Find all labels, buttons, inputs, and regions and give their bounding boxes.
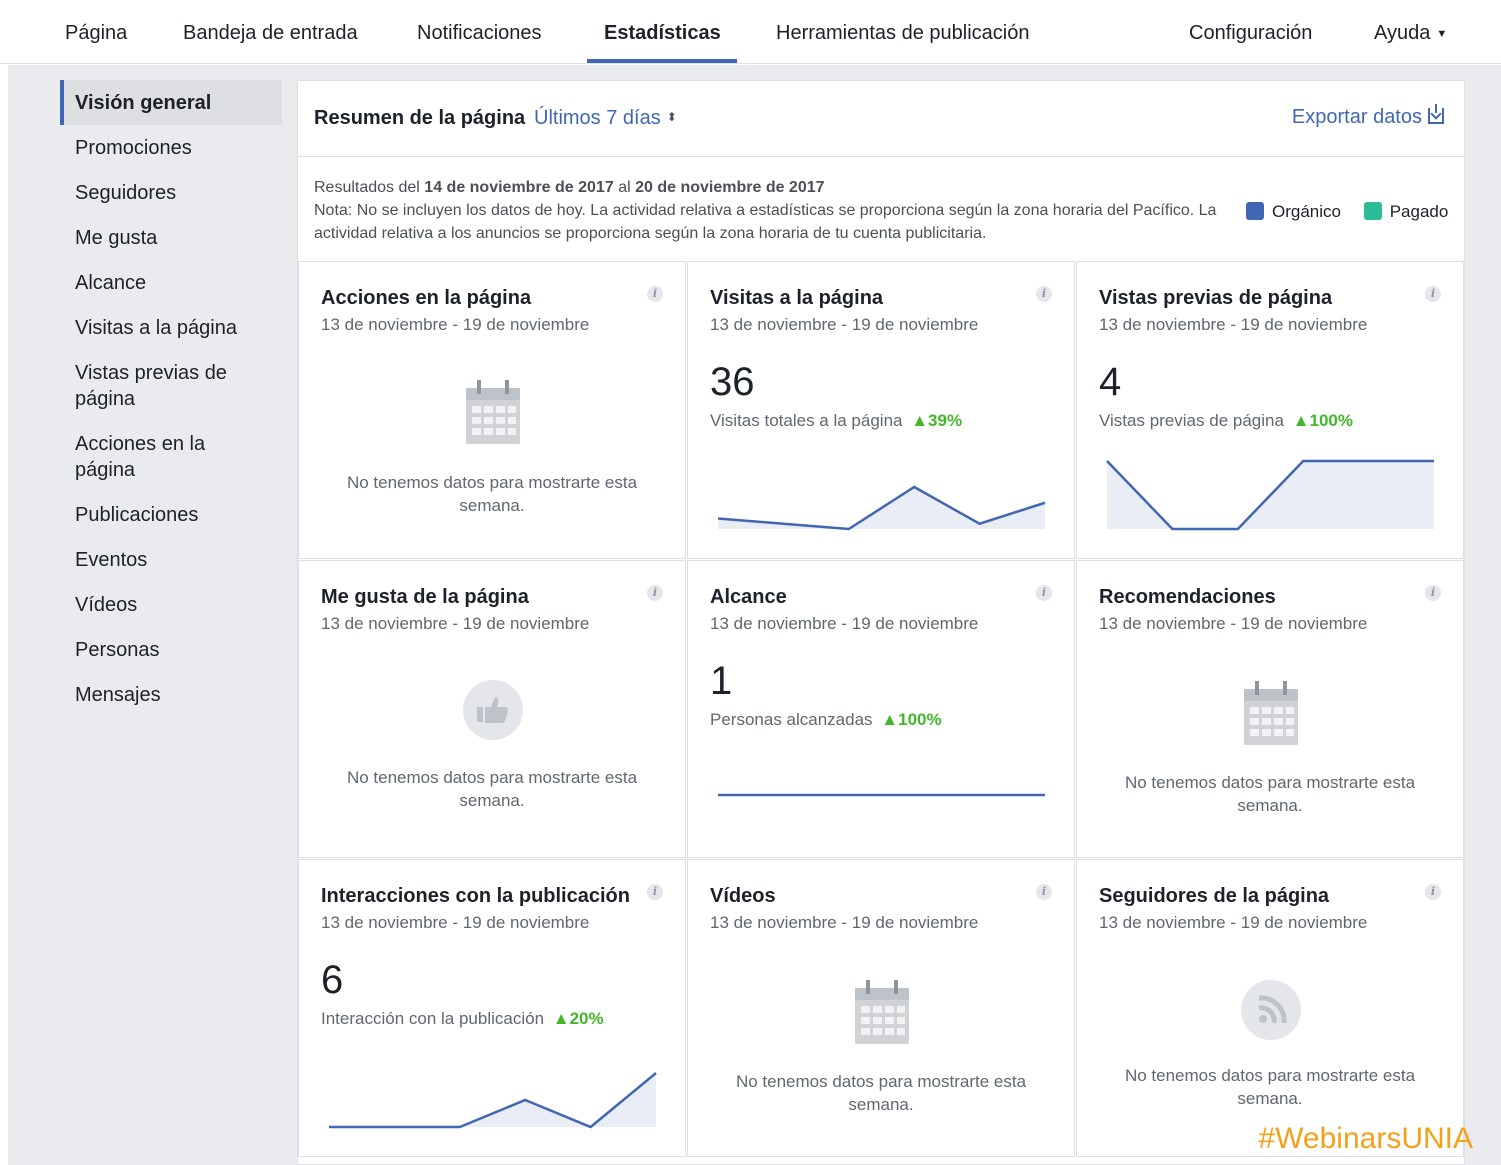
export-icon <box>1428 104 1444 124</box>
calendar-icon <box>855 980 909 1044</box>
tile-me-gusta[interactable]: Me gusta de la página 13 de noviembre - … <box>298 560 686 858</box>
tab-bandeja-de-entrada[interactable]: Bandeja de entrada <box>183 0 358 64</box>
sidebar-item-acciones[interactable]: Acciones en la página <box>60 421 282 492</box>
tab-notificaciones[interactable]: Notificaciones <box>417 0 542 64</box>
results-range: Resultados del 14 de noviembre de 2017 a… <box>314 176 1224 199</box>
sparkline-chart <box>329 1072 657 1129</box>
caret-down-icon: ▼ <box>1436 28 1448 40</box>
results-prefix: Resultados del <box>314 179 420 196</box>
no-data-message: No tenemos datos para mostrarte esta sem… <box>346 768 638 810</box>
tile-date: 13 de noviembre - 19 de noviembre <box>710 913 979 932</box>
tile-title: Acciones en la página <box>321 287 532 309</box>
sidebar-item-eventos[interactable]: Eventos <box>60 537 282 582</box>
legend-item-pagado: Pagado <box>1363 202 1449 221</box>
date-range-selector[interactable]: Últimos 7 días ⬍ <box>534 107 677 130</box>
top-navigation: Página Bandeja de entrada Notificaciones… <box>0 0 1501 64</box>
tab-estadisticas[interactable]: Estadísticas <box>604 0 721 64</box>
help-label: Ayuda <box>1374 22 1431 44</box>
legend: Orgánico Pagado <box>1246 202 1448 222</box>
info-icon[interactable]: i <box>647 585 663 601</box>
sidebar-item-visitas[interactable]: Visitas a la página <box>60 305 282 350</box>
no-data-message: No tenemos datos para mostrarte esta sem… <box>1124 773 1416 815</box>
page-summary-panel: Resumen de la página Últimos 7 días ⬍ Exp… <box>297 80 1465 1165</box>
sparkline-area <box>329 1073 656 1127</box>
export-label: Exportar datos <box>1291 106 1422 128</box>
tile-acciones-en-la-pagina[interactable]: Acciones en la página 13 de noviembre - … <box>298 261 686 559</box>
no-data-message: No tenemos datos para mostrarte esta sem… <box>346 473 638 515</box>
tile-vistas-previas[interactable]: Vistas previas de página 13 de noviembre… <box>1076 261 1464 559</box>
sidebar-item-mensajes[interactable]: Mensajes <box>60 672 282 717</box>
info-icon[interactable]: i <box>1036 884 1052 900</box>
calendar-icon <box>466 380 520 444</box>
tile-interacciones[interactable]: Interacciones con la publicación 13 de n… <box>298 859 686 1157</box>
tile-title: Seguidores de la página <box>1099 885 1330 907</box>
tile-date: 13 de noviembre - 19 de noviembre <box>1099 614 1368 633</box>
summary-title: Resumen de la página <box>314 107 526 129</box>
calendar-icon <box>1244 681 1298 745</box>
tile-videos[interactable]: Vídeos 13 de noviembre - 19 de noviembre… <box>687 859 1075 1157</box>
legend-label-pagado: Pagado <box>1389 202 1449 221</box>
sidebar-item-seguidores[interactable]: Seguidores <box>60 170 282 215</box>
sidebar-item-promociones[interactable]: Promociones <box>60 125 282 170</box>
legend-label-organico: Orgánico <box>1272 202 1341 221</box>
sort-updown-icon: ⬍ <box>666 110 677 124</box>
tab-pagina[interactable]: Página <box>65 0 127 64</box>
active-tab-indicator <box>587 59 737 63</box>
sidebar-item-vistas-previas[interactable]: Vistas previas de página <box>60 350 282 421</box>
sparkline-chart <box>1106 459 1434 531</box>
sparkline-chart <box>718 793 1045 797</box>
date-range-label: Últimos 7 días <box>534 107 661 129</box>
tile-title: Recomendaciones <box>1099 586 1276 608</box>
paid-swatch <box>1363 202 1382 220</box>
organic-swatch <box>1246 202 1264 220</box>
tab-configuracion[interactable]: Configuración <box>1189 0 1312 64</box>
tile-date: 13 de noviembre - 19 de noviembre <box>321 315 590 334</box>
tile-title: Vídeos <box>710 885 776 907</box>
info-icon[interactable]: i <box>1425 585 1441 601</box>
legend-item-organico: Orgánico <box>1246 202 1341 221</box>
no-data-message: No tenemos datos para mostrarte esta sem… <box>735 1072 1027 1114</box>
tile-date: 13 de noviembre - 19 de noviembre <box>1099 913 1368 932</box>
results-mid: al <box>618 179 631 196</box>
sidebar-item-personas[interactable]: Personas <box>60 627 282 672</box>
sidebar-item-vision-general[interactable]: Visión general <box>60 80 282 125</box>
thumbs-up-icon <box>463 680 523 740</box>
info-icon[interactable]: i <box>647 286 663 302</box>
rss-icon <box>1241 980 1301 1040</box>
tile-visitas-a-la-pagina[interactable]: Visitas a la página 13 de noviembre - 19… <box>687 261 1075 559</box>
results-from-date: 14 de noviembre de 2017 <box>424 179 614 196</box>
timezone-note: Nota: No se incluyen los datos de hoy. L… <box>314 202 1217 242</box>
sidebar-item-me-gusta[interactable]: Me gusta <box>60 215 282 260</box>
webinar-hashtag-watermark: #WebinarsUNIA <box>1258 1122 1473 1155</box>
tile-recomendaciones[interactable]: Recomendaciones 13 de noviembre - 19 de … <box>1076 560 1464 858</box>
tile-alcance[interactable]: Alcance 13 de noviembre - 19 de noviembr… <box>687 560 1075 858</box>
sidebar-item-publicaciones[interactable]: Publicaciones <box>60 492 282 537</box>
insights-sidebar: Visión general Promociones Seguidores Me… <box>60 80 282 717</box>
results-note: Resultados del 14 de noviembre de 2017 a… <box>314 176 1224 245</box>
sidebar-item-alcance[interactable]: Alcance <box>60 260 282 305</box>
tile-date: 13 de noviembre - 19 de noviembre <box>321 614 590 633</box>
sparkline-chart <box>717 485 1046 531</box>
tab-herramientas-de-publicacion[interactable]: Herramientas de publicación <box>776 0 1029 64</box>
info-icon[interactable]: i <box>1425 884 1441 900</box>
summary-header: Resumen de la página Últimos 7 días ⬍ Exp… <box>298 81 1464 157</box>
export-data-link[interactable]: Exportar datos <box>1291 104 1444 129</box>
no-data-message: No tenemos datos para mostrarte esta sem… <box>1124 1066 1416 1108</box>
sidebar-item-videos[interactable]: Vídeos <box>60 582 282 627</box>
tile-seguidores[interactable]: Seguidores de la página 13 de noviembre … <box>1076 859 1464 1157</box>
results-to-date: 20 de noviembre de 2017 <box>635 179 825 196</box>
help-menu[interactable]: Ayuda ▼ <box>1374 0 1447 64</box>
tile-title: Me gusta de la página <box>321 586 529 608</box>
